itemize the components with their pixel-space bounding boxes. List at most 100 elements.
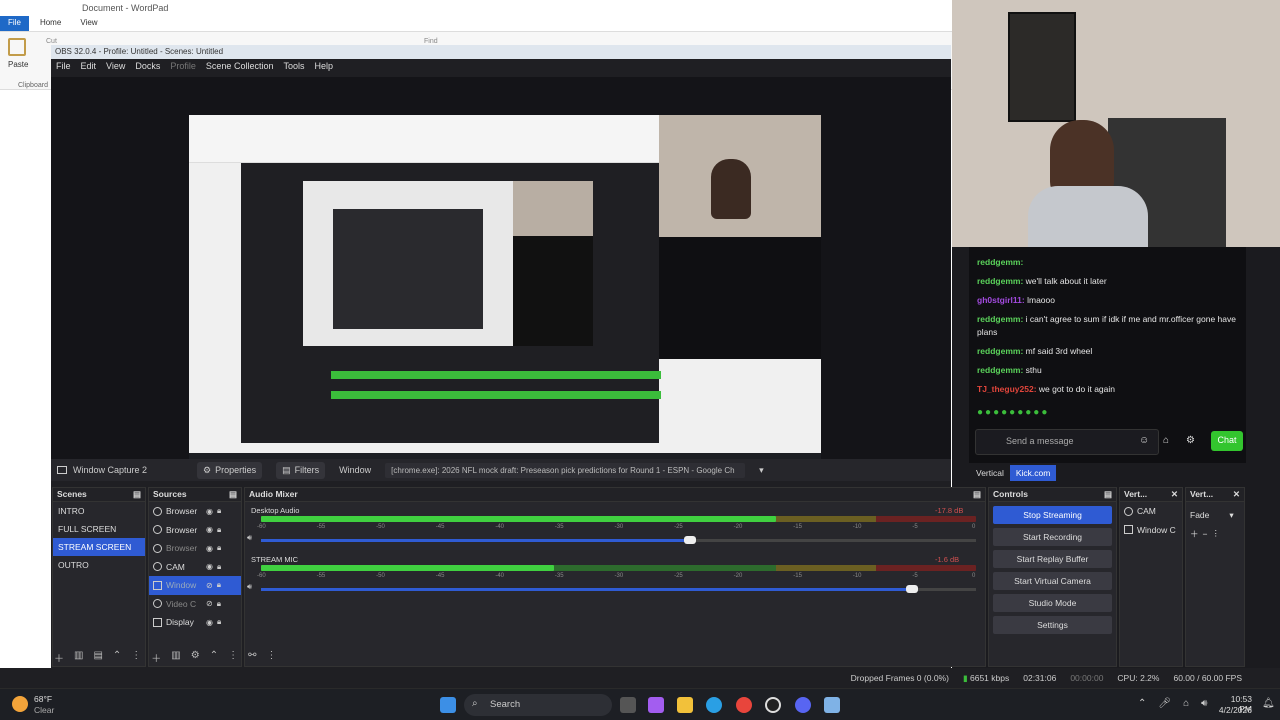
tab-kick[interactable]: Kick.com bbox=[1009, 465, 1057, 481]
stop-streaming-button[interactable]: Stop Streaming bbox=[993, 506, 1112, 524]
wordpad-tab-home[interactable]: Home bbox=[32, 16, 69, 31]
menu-file[interactable]: File bbox=[56, 61, 71, 75]
chat-username[interactable]: reddgemm: bbox=[977, 276, 1023, 286]
chat-username[interactable]: TJ_theguy252: bbox=[977, 384, 1037, 394]
tab-vertical[interactable]: Vertical bbox=[970, 465, 1010, 481]
menu-docks[interactable]: Docks bbox=[135, 61, 160, 75]
clock-date[interactable]: 4/2/2026 bbox=[1215, 705, 1252, 715]
notification-bell-icon[interactable]: 🔔︎ bbox=[1262, 698, 1275, 709]
chat-send-button[interactable]: Chat bbox=[1211, 431, 1243, 451]
dock-menu-icon[interactable]: ▤ bbox=[229, 489, 237, 500]
volume-slider-handle[interactable] bbox=[905, 585, 918, 593]
weather-desc[interactable]: Clear bbox=[34, 705, 54, 715]
window-select[interactable]: [chrome.exe]: 2026 NFL mock draft: Prese… bbox=[385, 462, 746, 478]
eye-icon[interactable]: ◉ bbox=[206, 562, 213, 571]
close-icon[interactable]: ✕ bbox=[1233, 489, 1240, 500]
preview-canvas[interactable] bbox=[189, 115, 821, 471]
transition-select[interactable]: Fade ▾ bbox=[1186, 506, 1244, 525]
source-item[interactable]: CAM ◉ 🔒︎ bbox=[149, 558, 241, 577]
chevron-down-icon[interactable]: ▾ bbox=[759, 465, 764, 476]
volume-slider-handle[interactable] bbox=[684, 536, 696, 544]
more-icon[interactable]: ⋮ bbox=[1211, 528, 1220, 539]
wordpad-tab-file[interactable]: File bbox=[0, 16, 29, 31]
scene-item-active[interactable]: STREAM SCREEN bbox=[53, 538, 145, 556]
lock-icon[interactable]: 🔒︎ bbox=[217, 599, 221, 609]
store-icon[interactable]: ⌂ bbox=[1163, 435, 1169, 446]
source-item-selected[interactable]: Window ⊘ 🔒︎ bbox=[149, 576, 241, 595]
vertical-item[interactable]: CAM bbox=[1120, 502, 1182, 521]
find-label[interactable]: Find bbox=[424, 38, 438, 45]
menu-profile[interactable]: Profile bbox=[170, 61, 196, 75]
remove-icon[interactable]: − bbox=[1203, 529, 1208, 539]
up-icon[interactable]: ⌃ bbox=[113, 650, 121, 664]
eye-icon[interactable]: ◉ bbox=[206, 525, 213, 534]
add-icon[interactable]: ＋ bbox=[151, 650, 161, 665]
scene-item[interactable]: INTRO bbox=[53, 502, 145, 520]
close-icon[interactable]: ✕ bbox=[1171, 489, 1178, 500]
scene-item[interactable]: FULL SCREEN bbox=[53, 520, 145, 538]
menu-tools[interactable]: Tools bbox=[283, 61, 304, 75]
add-icon[interactable]: ＋ bbox=[1190, 528, 1199, 540]
copilot-icon[interactable] bbox=[648, 697, 664, 713]
more-icon[interactable]: ⋮ bbox=[228, 650, 238, 664]
source-item[interactable]: Browser ◉ 🔒︎ bbox=[149, 521, 241, 540]
microphone-icon[interactable]: 🎤︎ bbox=[1158, 698, 1171, 709]
gear-icon[interactable]: ⚙ bbox=[1186, 435, 1195, 446]
studio-mode-button[interactable]: Studio Mode bbox=[993, 594, 1112, 612]
source-item[interactable]: Display ◉ 🔒︎ bbox=[149, 613, 241, 632]
menu-edit[interactable]: Edit bbox=[81, 61, 97, 75]
lock-icon[interactable]: 🔒︎ bbox=[217, 506, 221, 516]
volume-slider[interactable] bbox=[261, 588, 976, 591]
start-replay-buffer-button[interactable]: Start Replay Buffer bbox=[993, 550, 1112, 568]
chat-username[interactable]: gh0stgirl11: bbox=[977, 295, 1025, 305]
discord-icon[interactable] bbox=[795, 697, 811, 713]
source-item[interactable]: Browser ◉ 🔒︎ bbox=[149, 502, 241, 521]
obs-preview[interactable]: 52% Scale to Window bbox=[51, 77, 951, 482]
obs-icon[interactable] bbox=[765, 697, 781, 713]
taskbar-search[interactable]: Search bbox=[464, 694, 612, 716]
link-icon[interactable]: ⚯ bbox=[248, 650, 256, 664]
speaker-icon[interactable]: 🔊︎ bbox=[247, 582, 252, 592]
eye-icon[interactable]: ⊘ bbox=[206, 599, 213, 608]
start-virtual-camera-button[interactable]: Start Virtual Camera bbox=[993, 572, 1112, 590]
settings-button[interactable]: Settings bbox=[993, 616, 1112, 634]
chevron-up-icon[interactable]: ⌃ bbox=[1138, 698, 1146, 709]
wordpad-tab-view[interactable]: View bbox=[72, 16, 105, 31]
windows-start-icon[interactable] bbox=[440, 697, 456, 713]
cut-label[interactable]: Cut bbox=[46, 38, 57, 45]
dock-menu-icon[interactable]: ▤ bbox=[973, 489, 981, 500]
task-view-icon[interactable] bbox=[620, 697, 636, 713]
emoji-icon[interactable]: ☺ bbox=[1139, 435, 1149, 446]
emote-bar[interactable]: ●●●●●●●●● bbox=[977, 407, 1157, 421]
lock-icon[interactable]: 🔒︎ bbox=[217, 525, 221, 535]
properties-button[interactable]: ⚙ Properties bbox=[197, 461, 263, 479]
dock-menu-icon[interactable]: ▤ bbox=[133, 489, 141, 500]
volume-icon[interactable]: 🔊︎ bbox=[1201, 698, 1207, 709]
menu-scene-collection[interactable]: Scene Collection bbox=[206, 61, 274, 75]
eye-icon[interactable]: ◉ bbox=[206, 507, 213, 516]
file-explorer-icon[interactable] bbox=[677, 697, 693, 713]
eye-icon[interactable]: ◉ bbox=[206, 544, 213, 553]
dock-menu-icon[interactable]: ▤ bbox=[1104, 489, 1112, 500]
chat-username[interactable]: reddgemm: bbox=[977, 365, 1023, 375]
source-item[interactable]: Video C ⊘ 🔒︎ bbox=[149, 595, 241, 614]
scene-item[interactable]: OUTRO bbox=[53, 556, 145, 574]
chat-username[interactable]: reddgemm: bbox=[977, 257, 1023, 267]
add-icon[interactable]: ＋ bbox=[54, 650, 64, 665]
filters-button[interactable]: ▤ Filters bbox=[276, 461, 326, 479]
volume-slider[interactable] bbox=[261, 539, 976, 542]
lock-icon[interactable]: 🔒︎ bbox=[217, 543, 221, 553]
lock-icon[interactable]: 🔒︎ bbox=[217, 562, 221, 572]
more-icon[interactable]: ⋮ bbox=[131, 650, 141, 664]
source-item[interactable]: Browser ◉ 🔒︎ bbox=[149, 539, 241, 558]
filter-icon[interactable]: ▤ bbox=[93, 650, 102, 664]
network-icon[interactable]: ⌂ bbox=[1183, 698, 1189, 709]
paste-label[interactable]: Paste bbox=[8, 60, 28, 69]
chrome-icon[interactable] bbox=[736, 697, 752, 713]
lock-icon[interactable]: 🔒︎ bbox=[217, 617, 221, 627]
chat-username[interactable]: reddgemm: bbox=[977, 314, 1023, 324]
lock-icon[interactable]: 🔒︎ bbox=[217, 580, 221, 590]
weather-temp[interactable]: 68°F bbox=[34, 694, 52, 704]
menu-view[interactable]: View bbox=[106, 61, 125, 75]
chat-username[interactable]: reddgemm: bbox=[977, 346, 1023, 356]
